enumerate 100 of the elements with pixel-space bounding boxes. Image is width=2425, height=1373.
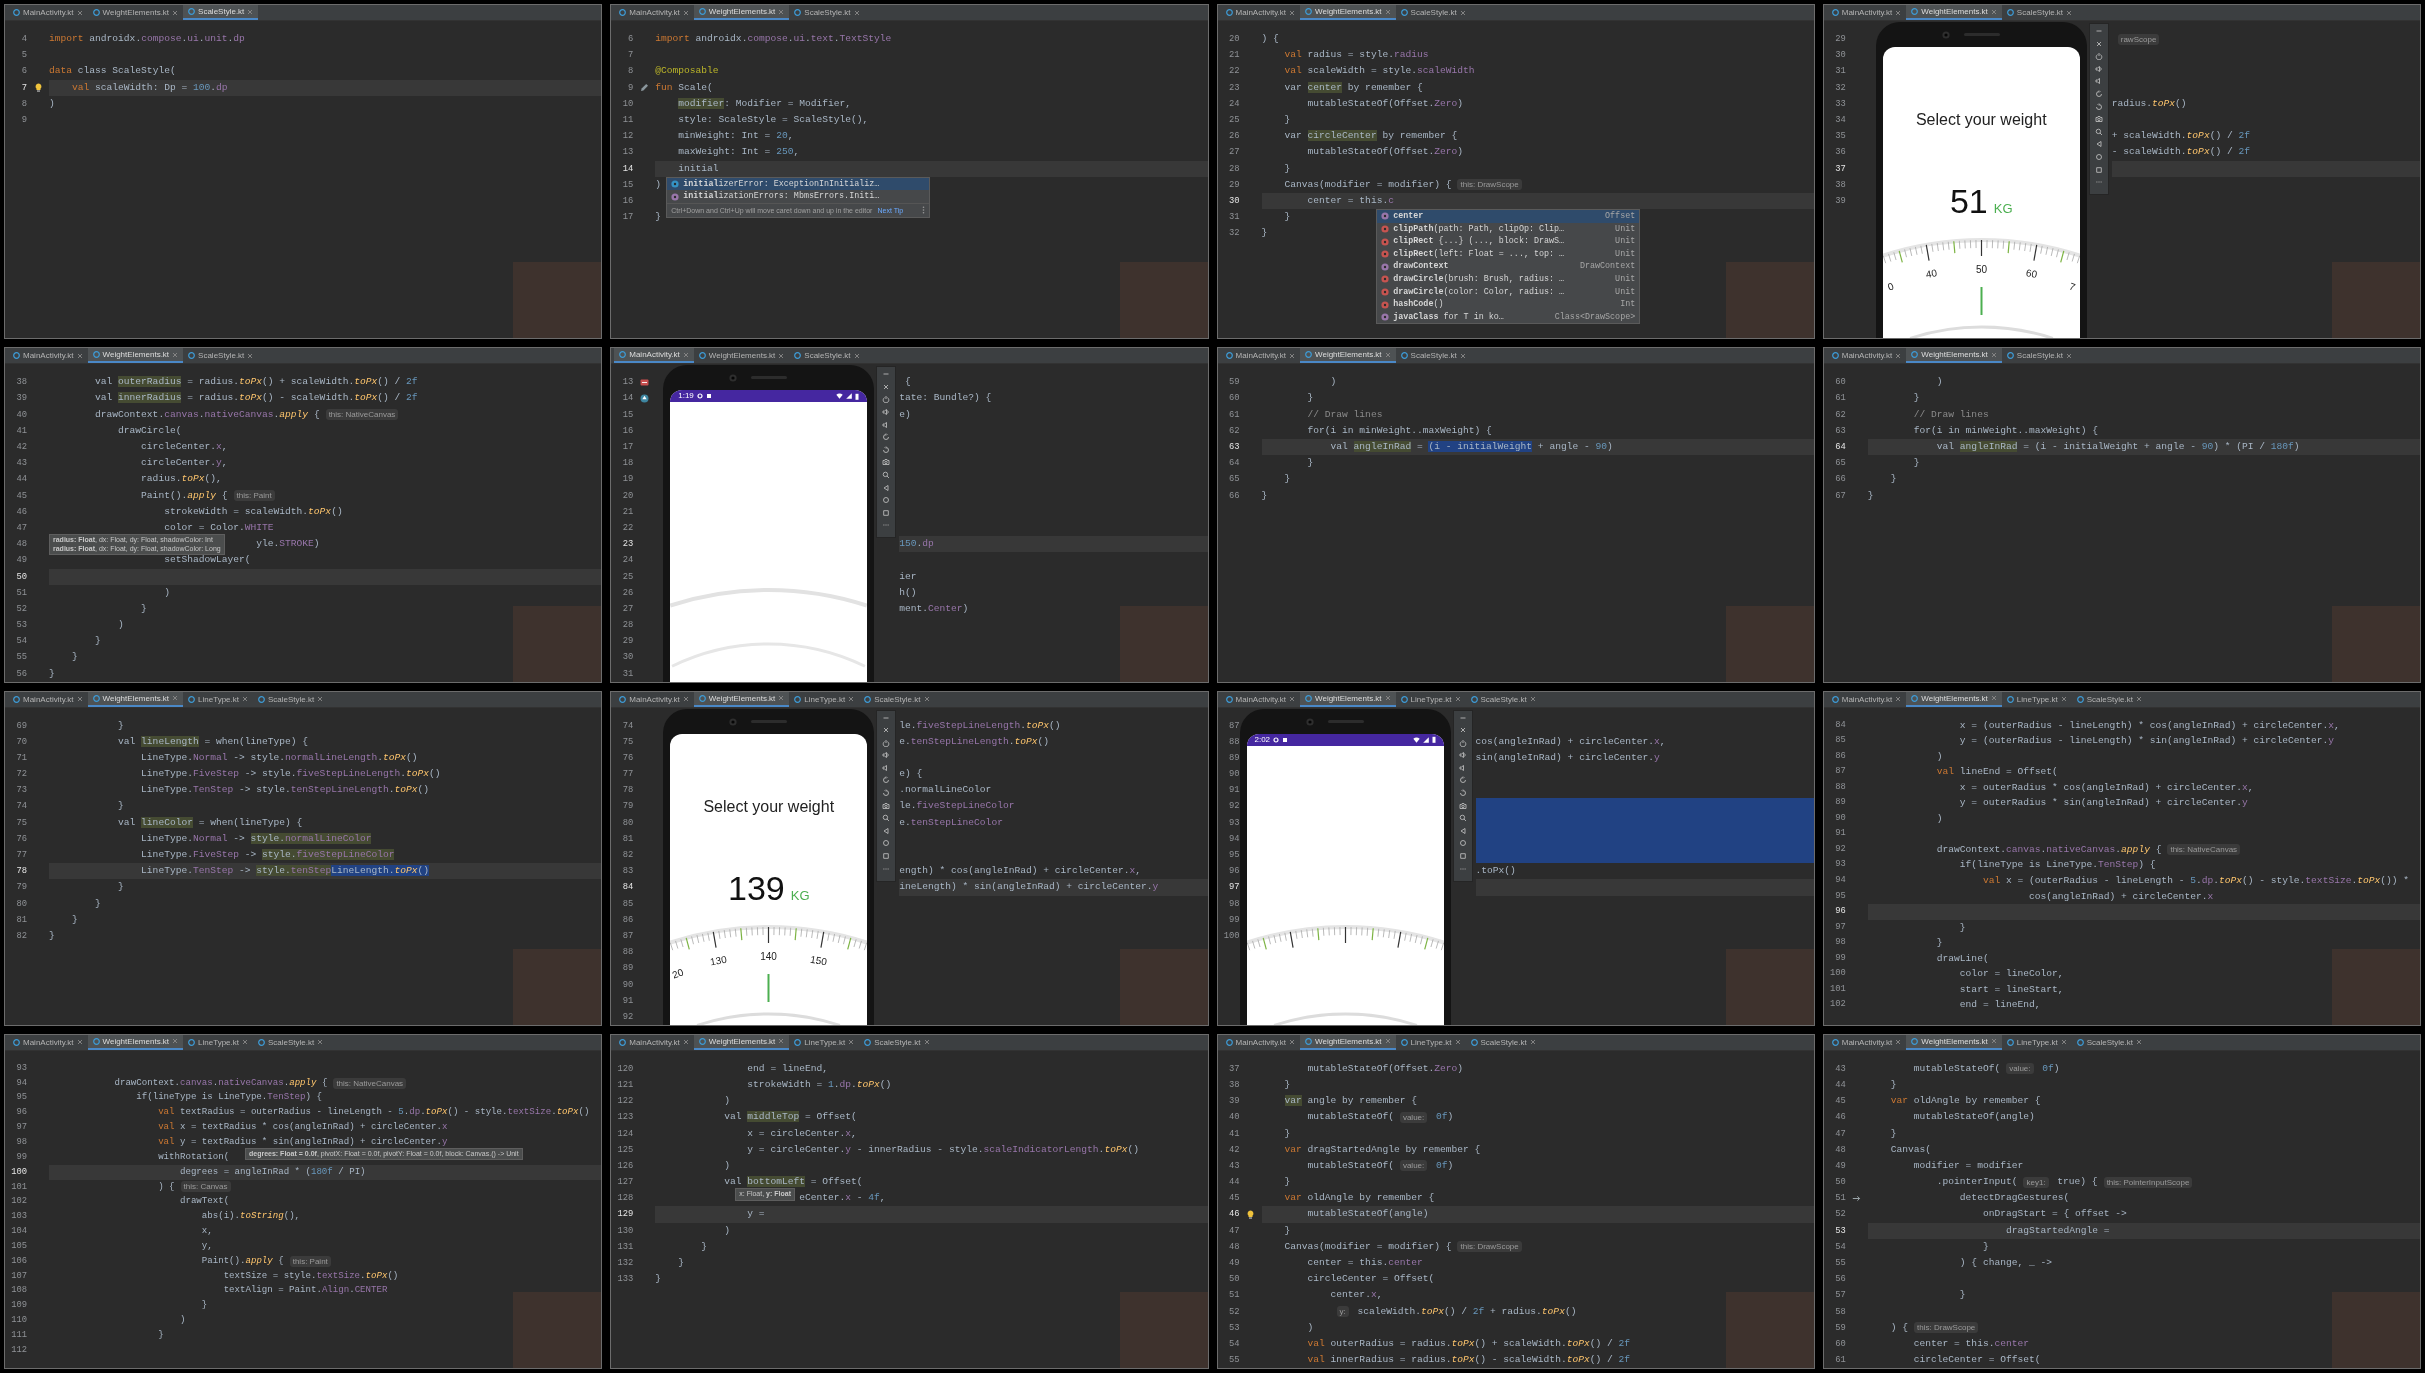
close-icon[interactable] [317,696,324,702]
power-icon[interactable] [882,395,891,404]
home-icon[interactable] [1458,839,1467,848]
close-icon[interactable] [1289,1039,1296,1046]
file-tab[interactable]: LineType.kt [1395,1034,1466,1050]
file-tab[interactable]: WeightElements.kt [87,348,184,364]
file-tab[interactable]: MainActivity.kt [1220,5,1301,20]
close-icon[interactable] [853,9,860,16]
overview-icon[interactable] [882,852,891,861]
file-tab[interactable]: ScaleStyle.kt [1395,5,1471,20]
completion-item[interactable]: center Offset [1377,210,1640,223]
speaker-icon[interactable] [882,751,891,760]
close-icon[interactable] [1454,696,1461,702]
file-tab[interactable]: WeightElements.kt [693,348,790,364]
close-icon[interactable] [1459,9,1466,16]
file-tab[interactable]: MainActivity.kt [614,348,694,364]
close-icon[interactable] [1529,1039,1536,1046]
completion-item[interactable]: drawCircle(brush: Brush, radius: … Unit [1377,273,1640,286]
file-tab[interactable]: ScaleStyle.kt [789,5,865,20]
file-tab[interactable]: WeightElements.kt [1906,348,2002,364]
speaker-icon[interactable] [882,408,891,417]
camera-icon[interactable] [2094,115,2103,124]
close-icon[interactable] [778,352,785,359]
close-icon[interactable] [1529,696,1536,702]
back-icon[interactable] [882,483,891,492]
file-tab[interactable]: ScaleStyle.kt [183,5,259,20]
file-tab[interactable]: MainActivity.kt [614,5,694,20]
file-tab[interactable]: WeightElements.kt [693,1034,790,1050]
file-tab[interactable]: MainActivity.kt [8,5,88,20]
close-icon[interactable] [682,696,689,702]
close-icon[interactable] [1289,352,1296,359]
file-tab[interactable]: WeightElements.kt [1300,1034,1396,1050]
close-icon[interactable] [317,1039,324,1046]
completion-item[interactable]: initializationErrors: MbmsErrors.Initi… [667,190,930,203]
pencil-icon[interactable] [639,83,649,93]
magnifier-icon[interactable] [882,471,891,479]
close-icon[interactable] [172,1038,179,1045]
file-tab[interactable]: ScaleStyle.kt [253,1034,329,1050]
file-tab[interactable]: WeightElements.kt [1300,691,1396,707]
back-icon[interactable] [882,826,891,835]
close-icon[interactable] [1895,696,1902,702]
rotate-icon[interactable] [2094,102,2103,111]
file-tab[interactable]: ScaleStyle.kt [2071,691,2147,707]
close-icon[interactable] [1895,9,1902,16]
file-tab[interactable]: ScaleStyle.kt [183,348,259,364]
file-tab[interactable]: WeightElements.kt [1906,1034,2002,1050]
home-icon[interactable] [2094,152,2103,161]
close-icon[interactable] [1384,695,1391,701]
file-tab[interactable]: WeightElements.kt [87,691,184,707]
home-icon[interactable] [882,839,891,848]
file-tab[interactable]: WeightElements.kt [1300,5,1396,20]
file-tab[interactable]: WeightElements.kt [1906,691,2002,707]
close-icon[interactable] [2060,696,2067,702]
close-icon[interactable] [682,9,689,16]
back-icon[interactable] [1458,826,1467,835]
close-icon[interactable] [882,382,891,391]
rotate-icon[interactable] [882,445,891,454]
file-tab[interactable]: WeightElements.kt [87,5,184,20]
file-tab[interactable]: MainActivity.kt [1220,691,1301,707]
file-tab[interactable]: MainActivity.kt [8,348,88,364]
file-tab[interactable]: WeightElements.kt [87,1034,184,1050]
completion-item[interactable]: drawContext DrawContext [1377,260,1640,274]
related-file-icon[interactable] [639,377,649,387]
close-icon[interactable] [923,1039,930,1046]
file-tab[interactable]: LineType.kt [183,1034,253,1050]
file-tab[interactable]: MainActivity.kt [614,1034,694,1050]
close-icon[interactable] [1459,352,1466,359]
file-tab[interactable]: ScaleStyle.kt [859,691,935,707]
completion-item[interactable]: clipRect(left: Float = ..., top: … Unit [1377,247,1640,261]
file-tab[interactable]: ScaleStyle.kt [2001,348,2078,364]
completion-item[interactable]: initializerError: ExceptionInInitializ… [667,177,930,191]
magnifier-icon[interactable] [1458,814,1467,823]
rotate-icon[interactable] [882,789,891,798]
camera-icon[interactable] [882,458,891,467]
close-icon[interactable] [76,9,83,16]
overview-icon[interactable] [882,508,891,517]
close-icon[interactable] [778,1038,785,1045]
speaker-icon[interactable] [1458,763,1467,772]
file-tab[interactable]: LineType.kt [1395,691,1466,707]
camera-icon[interactable] [1458,801,1467,810]
file-tab[interactable]: LineType.kt [183,691,253,707]
file-tab[interactable]: ScaleStyle.kt [2001,5,2078,20]
close-icon[interactable] [242,696,248,702]
power-icon[interactable] [1458,738,1467,747]
file-tab[interactable]: LineType.kt [2001,691,2072,707]
file-tab[interactable]: ScaleStyle.kt [253,691,329,707]
close-icon[interactable] [1289,9,1296,16]
rotate-icon[interactable] [2094,89,2103,98]
close-icon[interactable] [2066,352,2073,359]
rotate-icon[interactable] [1458,776,1467,785]
close-icon[interactable] [1454,1039,1461,1046]
file-tab[interactable]: MainActivity.kt [1826,1034,1907,1050]
close-icon[interactable] [247,352,254,359]
close-icon[interactable] [882,726,891,735]
back-icon[interactable] [2094,140,2103,149]
close-icon[interactable] [2094,39,2103,48]
speaker-icon[interactable] [2094,77,2103,86]
completion-item[interactable]: clipRect {...} (..., block: DrawS… Unit [1377,235,1640,248]
minimize-icon[interactable] [2094,27,2103,35]
file-tab[interactable]: WeightElements.kt [1906,5,2002,20]
